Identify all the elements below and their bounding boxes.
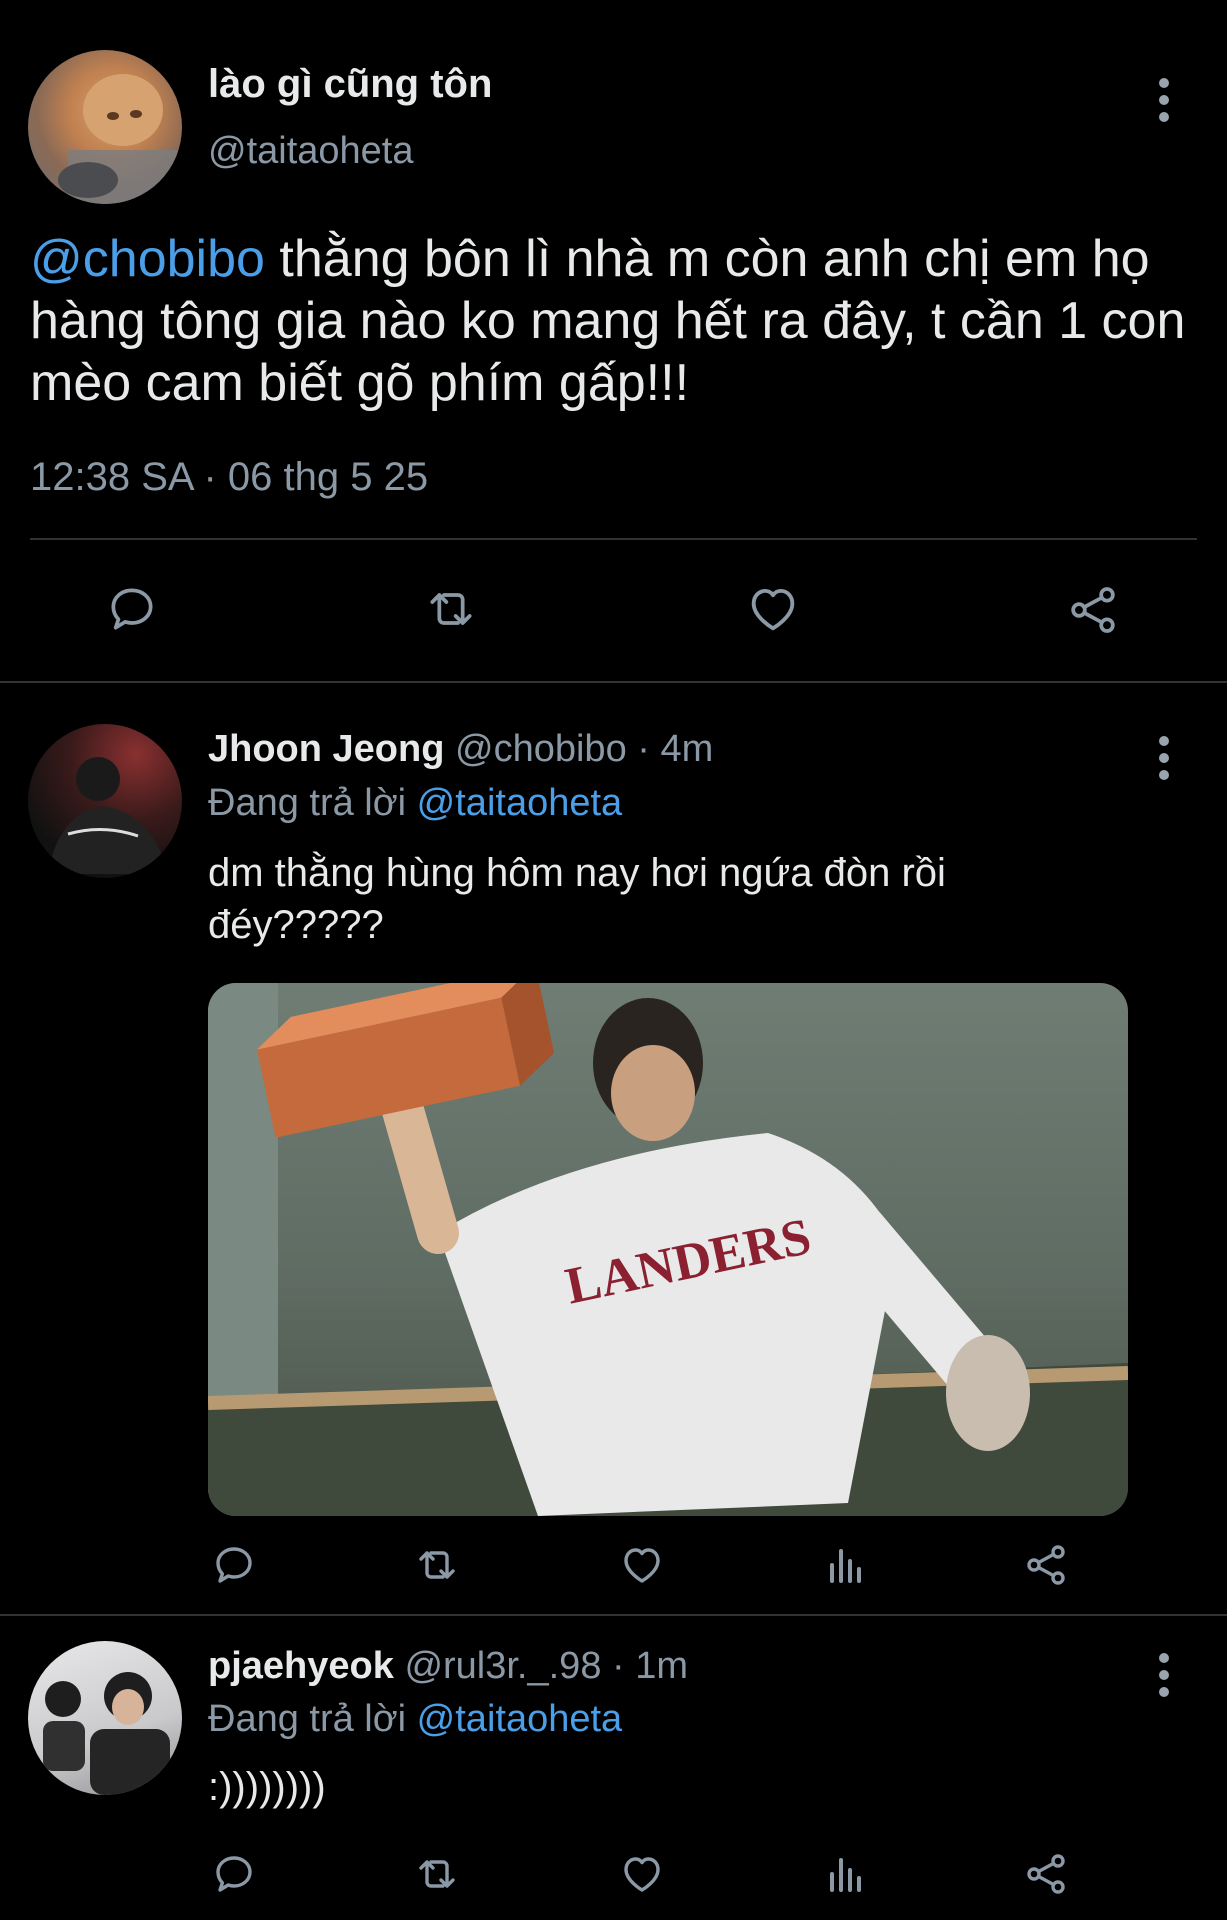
replying-to-link[interactable]: @taitaoheta — [417, 1698, 623, 1740]
reply-icon[interactable] — [210, 1850, 258, 1898]
avatar-main[interactable] — [28, 50, 182, 204]
replying-to: Đang trả lời @taitaoheta — [208, 1698, 622, 1741]
like-icon[interactable] — [618, 1541, 666, 1589]
meme-photo: LANDERS — [208, 983, 1128, 1516]
retweet-icon[interactable] — [410, 1850, 464, 1898]
divider — [0, 1614, 1227, 1616]
more-icon[interactable] — [1157, 736, 1171, 780]
reply-meta[interactable]: @rul3r._.98 · 1m — [404, 1645, 688, 1687]
reply-text: dm thằng hùng hôm nay hơi ngứa đòn rồi đ… — [208, 851, 946, 947]
main-timestamp[interactable]: 12:38 SA · 06 thg 5 25 — [30, 455, 428, 500]
like-icon[interactable] — [744, 580, 802, 638]
reply-icon[interactable] — [210, 1541, 258, 1589]
views-icon[interactable] — [822, 1850, 870, 1898]
like-icon[interactable] — [618, 1850, 666, 1898]
replying-to-link[interactable]: @taitaoheta — [417, 782, 623, 824]
divider — [30, 538, 1197, 540]
tweet-media-image[interactable]: LANDERS — [208, 983, 1128, 1516]
more-icon[interactable] — [1157, 78, 1171, 122]
replying-to: Đang trả lời @taitaoheta — [208, 782, 622, 825]
reply-display-name[interactable]: pjaehyeok — [208, 1645, 394, 1687]
more-icon[interactable] — [1157, 1653, 1171, 1697]
retweet-icon[interactable] — [420, 581, 482, 637]
reply-icon[interactable] — [104, 581, 160, 637]
cat-avatar-image — [58, 74, 178, 204]
reply-meta[interactable]: @chobibo · 4m — [455, 728, 713, 770]
reply-header: pjaehyeok @rul3r._.98 · 1m — [208, 1645, 688, 1688]
divider — [0, 681, 1227, 683]
share-icon[interactable] — [1065, 582, 1121, 638]
replying-prefix: Đang trả lời — [208, 782, 407, 824]
avatar-reply-1[interactable] — [28, 724, 182, 878]
main-handle[interactable]: @taitaoheta — [208, 130, 414, 173]
people-avatar-image — [43, 1672, 170, 1795]
mention-link[interactable]: @chobibo — [30, 230, 265, 288]
main-display-name[interactable]: lào gì cũng tôn — [208, 62, 492, 107]
avatar-reply-2[interactable] — [28, 1641, 182, 1795]
person-avatar-image — [48, 757, 168, 874]
views-icon[interactable] — [822, 1541, 870, 1589]
reply-display-name[interactable]: Jhoon Jeong — [208, 728, 444, 770]
retweet-icon[interactable] — [410, 1541, 464, 1589]
share-icon[interactable] — [1022, 1541, 1070, 1589]
main-tweet-text: @chobibo thằng bôn lì nhà m còn anh chị … — [30, 228, 1210, 414]
share-icon[interactable] — [1022, 1850, 1070, 1898]
replying-prefix: Đang trả lời — [208, 1698, 407, 1740]
reply-text: :)))))))) — [208, 1765, 326, 1809]
reply-header: Jhoon Jeong @chobibo · 4m — [208, 728, 713, 771]
